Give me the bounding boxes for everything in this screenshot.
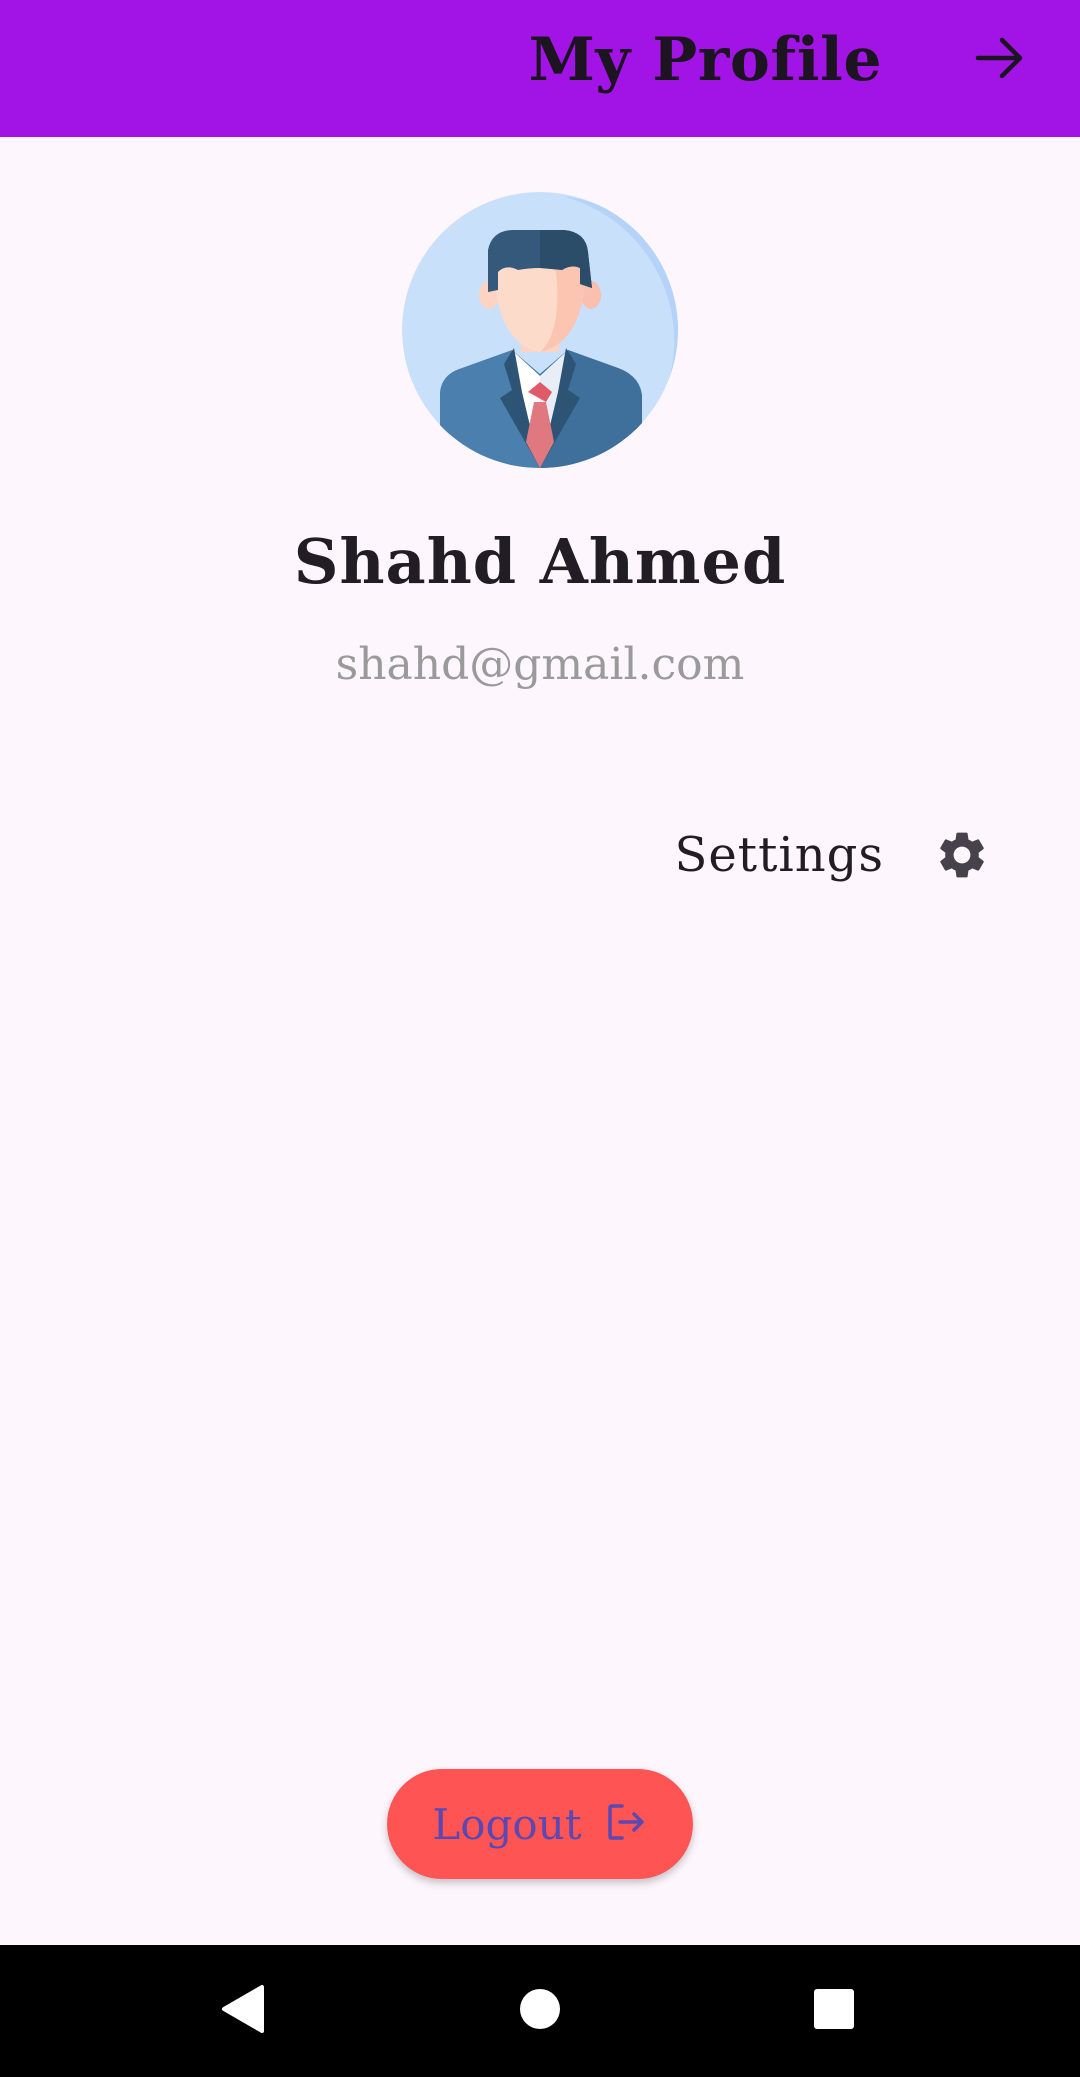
logout-icon	[604, 1800, 648, 1848]
forward-button[interactable]	[968, 28, 1032, 92]
gear-icon	[934, 827, 990, 883]
app-bar: My Profile	[0, 0, 1080, 137]
page-title: My Profile	[528, 25, 882, 95]
home-button[interactable]	[496, 1967, 584, 2055]
arrow-right-icon	[974, 32, 1026, 88]
home-circle-icon	[518, 1987, 562, 2035]
logout-label: Logout	[432, 1799, 582, 1849]
settings-label: Settings	[674, 827, 884, 883]
avatar	[402, 192, 678, 468]
back-triangle-icon	[218, 1983, 266, 2039]
logout-button[interactable]: Logout	[387, 1769, 693, 1879]
system-navigation-bar	[0, 1945, 1080, 2077]
settings-button[interactable]: Settings	[650, 815, 990, 895]
profile-screen: My Profile Shahd Ahmed shahd@gmail.com S…	[0, 0, 1080, 2077]
back-button[interactable]	[198, 1967, 286, 2055]
recents-button[interactable]	[790, 1967, 878, 2055]
user-email: shahd@gmail.com	[335, 639, 745, 690]
user-name: Shahd Ahmed	[293, 525, 787, 598]
recents-square-icon	[812, 1987, 856, 2035]
